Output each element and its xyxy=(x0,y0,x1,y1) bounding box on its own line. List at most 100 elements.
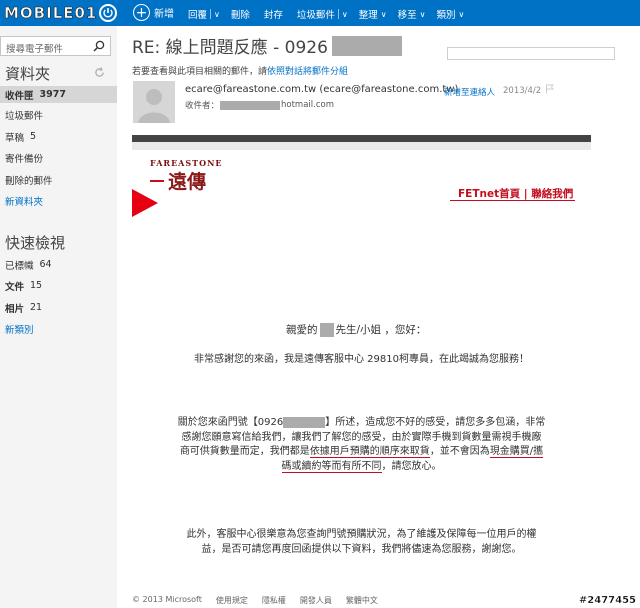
search-input[interactable]: 搜尋電子郵件 xyxy=(0,36,111,56)
folder-label: 刪除的郵件 xyxy=(5,175,53,187)
categories-label: 類別 xyxy=(436,10,456,21)
folder-label: 草稿 xyxy=(5,132,25,144)
add-to-contacts-link[interactable]: 新增至連絡人 xyxy=(444,86,495,98)
quick-view-count: 21 xyxy=(30,302,43,313)
junk-label: 垃圾郵件 xyxy=(296,10,335,21)
chevron-down-icon[interactable]: ∨ xyxy=(342,10,348,19)
new-category-link[interactable]: 新類別 xyxy=(0,320,117,337)
quick-view-flagged[interactable]: 已標幟 64 xyxy=(0,256,117,273)
fetnet-links[interactable]: FETnet首頁 | 聯絡我們 xyxy=(458,186,573,201)
quick-view-count: 64 xyxy=(39,259,52,270)
redacted-block xyxy=(283,416,326,428)
paragraph-followup: 此外，客服中心很樂意為您查詢門號預購狀況，為了維護及保障每一位用戶的權 益，是否… xyxy=(132,528,591,557)
sweep-label: 整理 xyxy=(358,10,378,21)
email-top-band xyxy=(132,142,591,150)
separator xyxy=(210,9,212,19)
power-icon xyxy=(99,4,118,22)
folder-inbox[interactable]: 收件匣 3977 xyxy=(0,86,117,103)
new-button-label: 新增 xyxy=(154,9,174,20)
folders-heading[interactable]: 資料夾 xyxy=(5,63,50,84)
move-to-button[interactable]: 移至 ∨ xyxy=(398,7,426,22)
quick-view-photos[interactable]: 相片 21 xyxy=(0,299,117,316)
terms-link[interactable]: 使用規定 xyxy=(216,595,248,606)
subject-text: RE: 線上問題反應 - 0926 xyxy=(132,38,328,58)
mobile01-logo: MOBILE01 xyxy=(4,3,122,23)
folder-deleted[interactable]: 刪除的郵件 xyxy=(0,171,117,188)
paragraph-explanation: 關於您來函門號【0926 】所述，造成您不好的感受，請您多多包涵，非常 感謝您願意… xyxy=(132,416,591,474)
flag-icon[interactable] xyxy=(545,84,555,94)
red-triangle-decoration xyxy=(132,189,158,217)
page-footer: © 2013 Microsoft 使用規定 隱私權 開發人員 繁體中文 xyxy=(132,595,392,606)
redacted-block xyxy=(220,100,281,110)
unread-count: 3977 xyxy=(39,89,66,100)
message-date: 2013/4/2 xyxy=(503,86,542,96)
delete-label: 刪除 xyxy=(230,10,250,21)
para-text: 益，是否可請您再度回函提供以下資料，我們將儘速為您服務，謝謝您。 xyxy=(201,543,522,555)
reply-label: 回覆 xyxy=(188,10,208,21)
redacted-block xyxy=(319,322,334,337)
privacy-link[interactable]: 隱私權 xyxy=(262,595,286,606)
fareastone-logo: FAREASTONE 遠傳 xyxy=(150,158,222,194)
archive-label: 封存 xyxy=(263,10,283,21)
quick-views-heading: 快速檢視 xyxy=(5,234,66,252)
categories-button[interactable]: 類別 ∨ xyxy=(436,7,465,22)
developers-link[interactable]: 開發人員 xyxy=(300,595,332,606)
reply-button[interactable]: 回覆 ∨ xyxy=(188,7,220,21)
folder-junk[interactable]: 垃圾郵件 xyxy=(0,106,117,123)
message-box-outline xyxy=(447,47,615,60)
plus-icon: + xyxy=(133,4,150,21)
left-navigation: 搜尋電子郵件 資料夾 收件匣 3977 垃圾郵件 草稿 5 寄件備份 刪除的郵件 新… xyxy=(0,26,117,608)
image-id-watermark: #2477455 xyxy=(578,595,636,606)
junk-button[interactable]: 垃圾郵件 ∨ xyxy=(297,7,348,21)
greeting-post: 先生/小姐 ，您好： xyxy=(335,324,427,336)
quick-view-documents[interactable]: 文件 15 xyxy=(0,277,117,294)
avatar xyxy=(133,81,175,123)
search-icon[interactable] xyxy=(93,40,105,52)
top-bar: MOBILE01 + 新增 回覆 ∨ 刪除 封存 垃圾郵件 ∨ 整理 ∨ 移至 ∨ 類別… xyxy=(0,0,640,26)
copyright-text: © 2013 Microsoft xyxy=(132,595,202,604)
redacted-block xyxy=(331,35,402,56)
para-text: ，請您放心。 xyxy=(381,460,442,472)
email-top-bar xyxy=(132,135,591,142)
group-by-conversation-link[interactable]: 依照對話將郵件分組 xyxy=(267,67,348,77)
underlined-text: 碼或續約等而有所不同 xyxy=(281,460,382,473)
quick-view-label: 文件 xyxy=(5,281,25,293)
chevron-down-icon: ∨ xyxy=(380,9,387,19)
new-button[interactable]: + 新增 xyxy=(133,4,174,21)
draft-count: 5 xyxy=(30,131,37,142)
underlined-text: 依據用戶預購的順序來取貨 xyxy=(309,446,430,458)
notice-text: 若要查看與此項目相關的郵件，請 xyxy=(132,67,268,77)
refresh-icon[interactable] xyxy=(94,67,105,78)
links-underline xyxy=(450,200,575,201)
brand-stripe xyxy=(150,180,164,182)
paragraph-thanks: 非常感謝您的來函，我是遠傳客服中心 29810柯專員，在此竭誠為您服務！ xyxy=(194,354,529,365)
recipient-label: 收件者： xyxy=(185,101,220,111)
chevron-down-icon: ∨ xyxy=(458,9,465,19)
command-bar: 回覆 ∨ 刪除 封存 垃圾郵件 ∨ 整理 ∨ 移至 ∨ 類別 ∨ xyxy=(188,7,464,21)
message-subject: RE: 線上問題反應 - 0926 xyxy=(132,33,402,58)
sender-address[interactable]: ecare@fareastone.com.tw (ecare@fareaston… xyxy=(185,84,458,95)
quick-view-count: 15 xyxy=(30,280,43,291)
search-placeholder: 搜尋電子郵件 xyxy=(6,44,64,55)
archive-button[interactable]: 封存 xyxy=(264,7,283,21)
separator xyxy=(337,9,339,19)
chevron-down-icon[interactable]: ∨ xyxy=(214,10,220,19)
para-text: 關於您來函門號【0926 xyxy=(177,417,284,428)
delete-button[interactable]: 刪除 xyxy=(231,7,250,21)
greeting-line: 親愛的 先生/小姐 ，您好： xyxy=(286,322,426,337)
underlined-text: 現金購買/攜 xyxy=(489,446,544,458)
recipient-line: 收件者： hotmail.com xyxy=(185,99,334,111)
greeting-pre: 親愛的 xyxy=(286,324,318,336)
para-text: 此外，客服中心很樂意為您查詢門號預購狀況，為了維護及保障每一位用戶的權 xyxy=(186,529,537,540)
conversation-notice: 若要查看與此項目相關的郵件，請依照對話將郵件分組 xyxy=(132,64,348,77)
brand-chinese: 遠傳 xyxy=(168,171,207,193)
folder-label: 收件匣 xyxy=(5,90,34,102)
sweep-button[interactable]: 整理 ∨ xyxy=(358,7,387,22)
para-text: 感謝您願意寫信給我們，讓我們了解您的感受，由於實際手機到貨數量需視手機廠 xyxy=(181,431,542,443)
logo-text: MOBILE01 xyxy=(4,4,98,23)
quick-view-label: 已標幟 xyxy=(5,260,34,272)
folder-sent[interactable]: 寄件備份 xyxy=(0,149,117,166)
folder-drafts[interactable]: 草稿 5 xyxy=(0,128,117,145)
new-folder-link[interactable]: 新資料夾 xyxy=(0,192,117,209)
language-link[interactable]: 繁體中文 xyxy=(346,595,378,606)
